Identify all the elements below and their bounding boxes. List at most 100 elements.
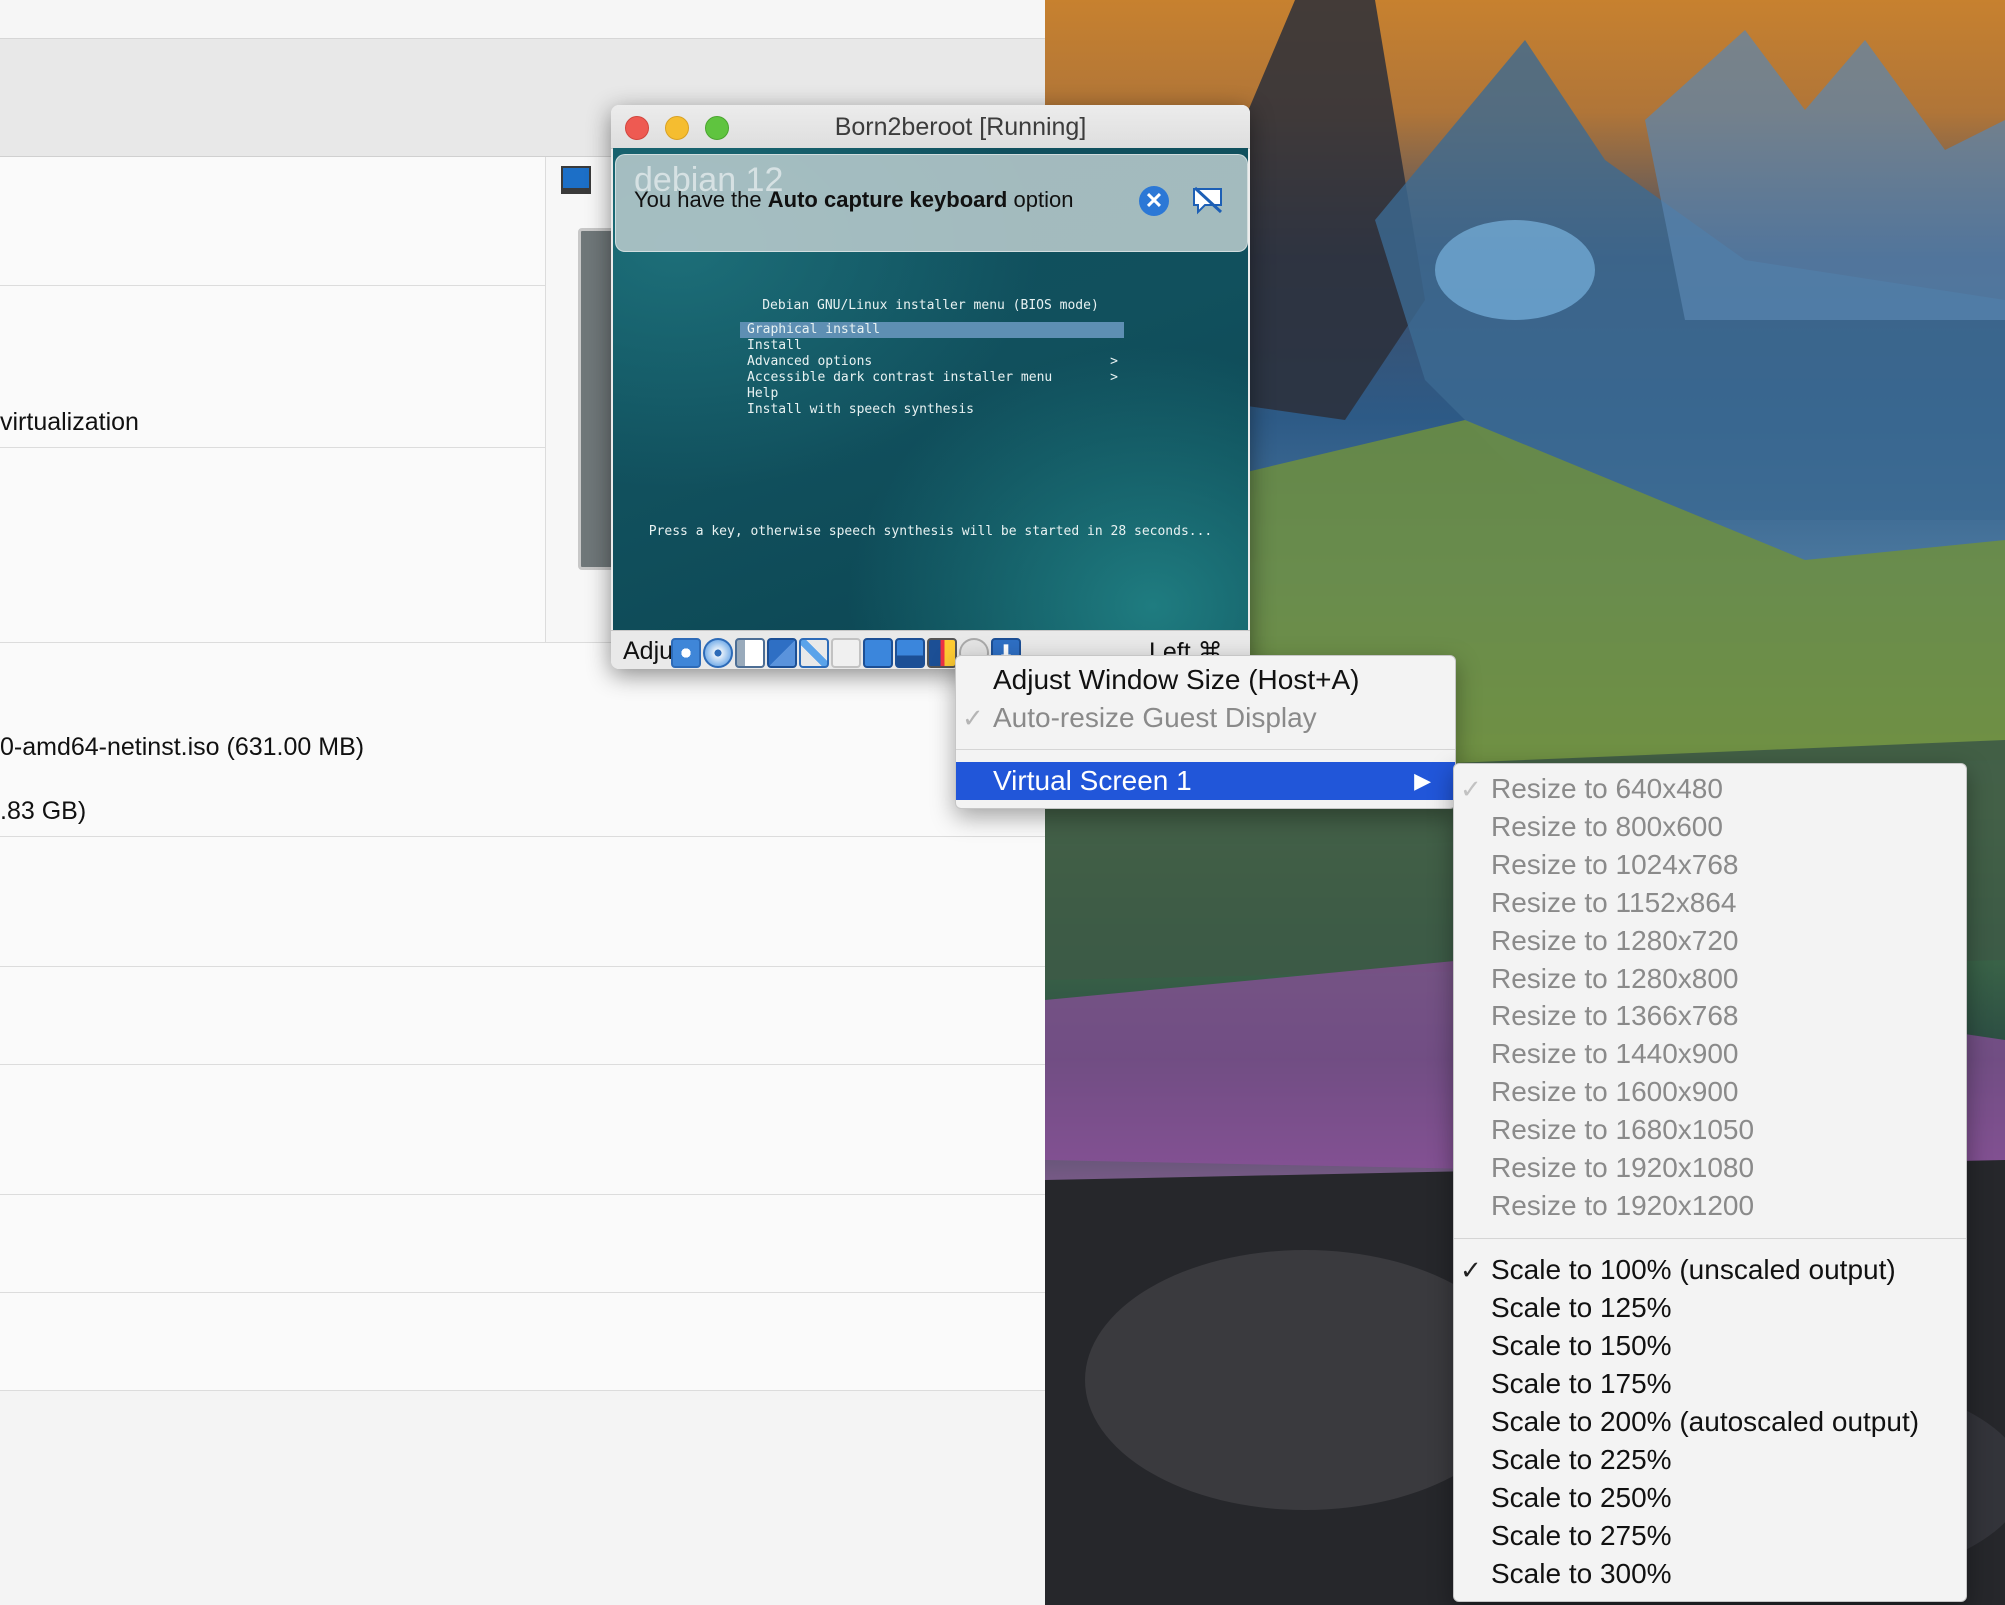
vm-window[interactable]: Born2beroot [Running] debian 12 You have… [611,105,1250,669]
menu-item-resize[interactable]: Resize to 1366x768 [1454,997,1966,1035]
menu-item-label: Resize to 1366x768 [1491,1000,1739,1032]
virtual-screen-submenu[interactable]: ✓ Resize to 640x480 Resize to 800x600 Resiz… [1453,763,1967,1602]
installer-menu-item[interactable]: Accessible dark contrast installer menu > [740,370,1124,386]
menu-item-label: Scale to 225% [1491,1444,1672,1475]
installer-menu-item-label: Advanced options [747,354,873,369]
usb-icon[interactable] [799,638,829,668]
check-icon: ✓ [1460,774,1482,804]
submenu-arrow-icon: ▶ [1414,768,1431,793]
menu-item-label: Resize to 1920x1080 [1491,1152,1755,1183]
installer-menu-item[interactable]: Install [740,338,1124,354]
notification-suffix: option [1007,187,1074,212]
vm-window-title: Born2beroot [Running] [834,113,1087,141]
menu-item-label: Resize to 1280x800 [1491,962,1739,994]
menu-item-label: Scale to 250% [1491,1482,1672,1513]
virtualization-icon [927,638,957,668]
menu-item-label: Resize to 640x480 [1491,773,1723,804]
menu-item-adjust-window-size[interactable]: Adjust Window Size (Host+A) [956,661,1455,699]
menu-item-label: Scale to 275% [1491,1520,1672,1551]
menu-item-label: Adjust Window Size (Host+A) [993,664,1360,695]
optical-disc-icon[interactable] [703,638,733,668]
menu-item-scale[interactable]: Scale to 125% [1454,1289,1966,1327]
installer-menu-title: Debian GNU/Linux installer menu (BIOS mo… [762,298,1099,313]
submenu-arrow-icon: > [1110,354,1118,369]
vm-title-bar[interactable]: Born2beroot [Running] [611,105,1250,149]
installer-menu-item[interactable]: Help [740,386,1124,402]
close-x-icon[interactable]: ✕ [1139,186,1169,216]
installer-menu[interactable]: Graphical install Install Advanced options… [740,322,1124,418]
menu-item-resize[interactable]: Resize to 1600x900 [1454,1073,1966,1111]
details-section-display [0,448,546,643]
menu-item-label: Virtual Screen 1 [993,765,1192,796]
audio-icon[interactable] [735,638,765,668]
status-adjust-label: Adjust [623,637,673,665]
installer-menu-item-label: Install with speech synthesis [747,402,974,417]
menu-item-label: Resize to 1440x900 [1491,1038,1739,1070]
installer-footer-text: Press a key, otherwise speech synthesis … [648,524,1213,539]
menu-item-label: Scale to 125% [1491,1292,1672,1323]
manager-title-bar [0,0,1045,39]
menu-item-resize[interactable]: Resize to 1920x1200 [1454,1187,1966,1225]
menu-item-scale[interactable]: Scale to 275% [1454,1517,1966,1555]
installer-menu-item[interactable]: Install with speech synthesis [740,402,1124,418]
notification-bold: Auto capture keyboard [767,187,1008,212]
menu-item-label: Auto-resize Guest Display [993,702,1317,733]
menu-item-resize[interactable]: Resize to 800x600 [1454,808,1966,846]
menu-item-resize[interactable]: ✓ Resize to 640x480 [1454,770,1966,808]
details-section-usb [0,1065,1045,1195]
menu-item-resize[interactable]: Resize to 1024x768 [1454,846,1966,884]
menu-item-scale[interactable]: Scale to 175% [1454,1365,1966,1403]
installer-menu-item-label: Help [747,386,779,401]
keyboard-capture-notification: debian 12 You have the Auto capture keyb… [615,154,1248,252]
menu-item-resize[interactable]: Resize to 1680x1050 [1454,1111,1966,1149]
menu-item-label: Scale to 200% (autoscaled output) [1491,1406,1920,1437]
menu-item-label: Resize to 1920x1200 [1491,1189,1755,1221]
menu-item-label: Resize to 1152x864 [1491,886,1737,918]
details-section-general [0,157,546,286]
menu-item-resize[interactable]: Resize to 1440x900 [1454,1035,1966,1073]
speech-bubble-mute-icon[interactable] [1191,185,1225,215]
installer-menu-item-label: Graphical install [747,322,881,337]
menu-item-label: Scale to 175% [1491,1368,1672,1399]
menu-item-scale[interactable]: ✓ Scale to 100% (unscaled output) [1454,1251,1966,1289]
details-section-shared-folders [0,1195,1045,1293]
menu-item-resize[interactable]: Resize to 1152x864 [1454,884,1966,922]
guest-display[interactable]: debian 12 You have the Auto capture keyb… [613,148,1248,630]
network-icon[interactable] [767,638,797,668]
storage-disk-text: .83 GB) [0,797,86,826]
installer-menu-item[interactable]: Graphical install [740,322,1124,338]
menu-item-virtual-screen-1[interactable]: Virtual Screen 1 ▶ [956,762,1455,800]
menu-item-scale[interactable]: Scale to 200% (autoscaled output) [1454,1403,1966,1441]
submenu-arrow-icon: > [1110,370,1118,385]
details-section-system: virtualization [0,286,546,448]
notification-prefix: You have the [634,187,768,212]
menu-item-scale[interactable]: Scale to 150% [1454,1327,1966,1365]
storage-disk-size: .83 GB) [0,797,87,825]
display-context-menu[interactable]: Adjust Window Size (Host+A) ✓ Auto-resize… [955,655,1456,809]
menu-separator [956,749,1455,750]
menu-separator [1454,1238,1966,1239]
installer-menu-item-label: Install [747,338,802,353]
details-section-storage: 0-amd64-netinst.iso (631.00 MB) .83 GB) [0,643,1045,837]
menu-item-resize[interactable]: Resize to 1280x720 [1454,922,1966,960]
menu-item-scale[interactable]: Scale to 225% [1454,1441,1966,1479]
display-icon[interactable] [863,638,893,668]
storage-iso-text: 0-amd64-netinst.iso (631.00 MB) [0,733,365,761]
hard-disk-icon[interactable] [671,638,701,668]
shared-folder-icon[interactable] [831,638,861,668]
menu-item-label: Resize to 1280x720 [1491,924,1739,956]
recording-icon[interactable] [895,638,925,668]
menu-item-resize[interactable]: Resize to 1920x1080 [1454,1149,1966,1187]
details-section-network [0,967,1045,1065]
system-virtualization-text: virtualization [0,408,139,436]
menu-item-label: Scale to 300% [1491,1558,1672,1589]
menu-item-label: Resize to 1024x768 [1491,848,1739,880]
installer-menu-item[interactable]: Advanced options > [740,354,1124,370]
menu-item-resize[interactable]: Resize to 1280x800 [1454,960,1966,998]
menu-item-scale[interactable]: Scale to 250% [1454,1479,1966,1517]
menu-item-scale[interactable]: Scale to 300% [1454,1555,1966,1593]
menu-item-label: Resize to 1680x1050 [1491,1114,1755,1146]
notification-message: You have the Auto capture keyboard optio… [634,187,1073,213]
menu-item-label: Resize to 800x600 [1491,810,1723,842]
menu-item-label: Scale to 100% (unscaled output) [1491,1254,1896,1285]
